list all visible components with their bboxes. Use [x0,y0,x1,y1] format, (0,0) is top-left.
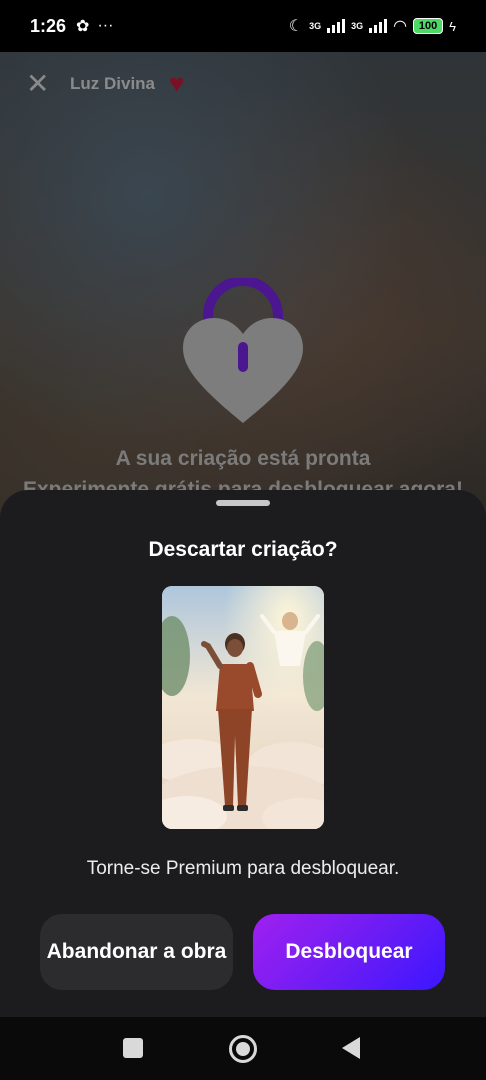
status-time: 1:26 [30,15,67,36]
status-bar: 1:26 ✿ ··· ☾ 3G 3G ◠ 100 ϟ [0,0,486,52]
heart-icon: ♥ [169,68,185,98]
battery-icon: 100 [413,18,444,34]
app-badge-icon: ✿ [76,18,90,35]
moon-icon: ☾ [288,18,304,35]
home-icon[interactable] [229,1035,257,1063]
creation-preview-image [162,586,324,829]
ready-caption: A sua criação está pronta [115,447,371,470]
signal-icon [327,19,346,33]
recents-icon[interactable] [123,1038,143,1058]
drag-handle[interactable] [216,500,270,506]
close-icon[interactable]: ✕ [26,69,52,97]
charging-icon: ϟ [449,18,456,34]
sheet-title: Descartar criação? [148,538,338,561]
top-bar: ✕ Luz Divina ♥ [26,68,184,99]
page-title: Luz Divina [70,73,156,93]
wifi-icon: ◠ [393,18,408,35]
signal-icon-2 [369,19,388,33]
heart-lock-icon [180,276,306,428]
status-right: ☾ 3G 3G ◠ 100 ϟ [289,16,456,36]
sheet-subtitle: Torne-se Premium para desbloquear. [86,858,400,879]
system-nav-bar [0,1017,486,1080]
more-icon: ··· [97,17,114,34]
unlock-button[interactable]: Desbloquear [253,914,445,990]
network-type-1: 3G [309,21,322,31]
screen: 1:26 ✿ ··· ☾ 3G 3G ◠ 100 ϟ ✕ Luz Divina … [0,0,486,1080]
status-left-icons: ✿ ··· [76,16,113,36]
discard-bottom-sheet: Descartar criação? Torne-se Premium para… [0,490,486,1020]
abandon-button[interactable]: Abandonar a obra [40,914,233,990]
network-type-2: 3G [351,21,364,31]
back-icon[interactable] [342,1037,360,1059]
